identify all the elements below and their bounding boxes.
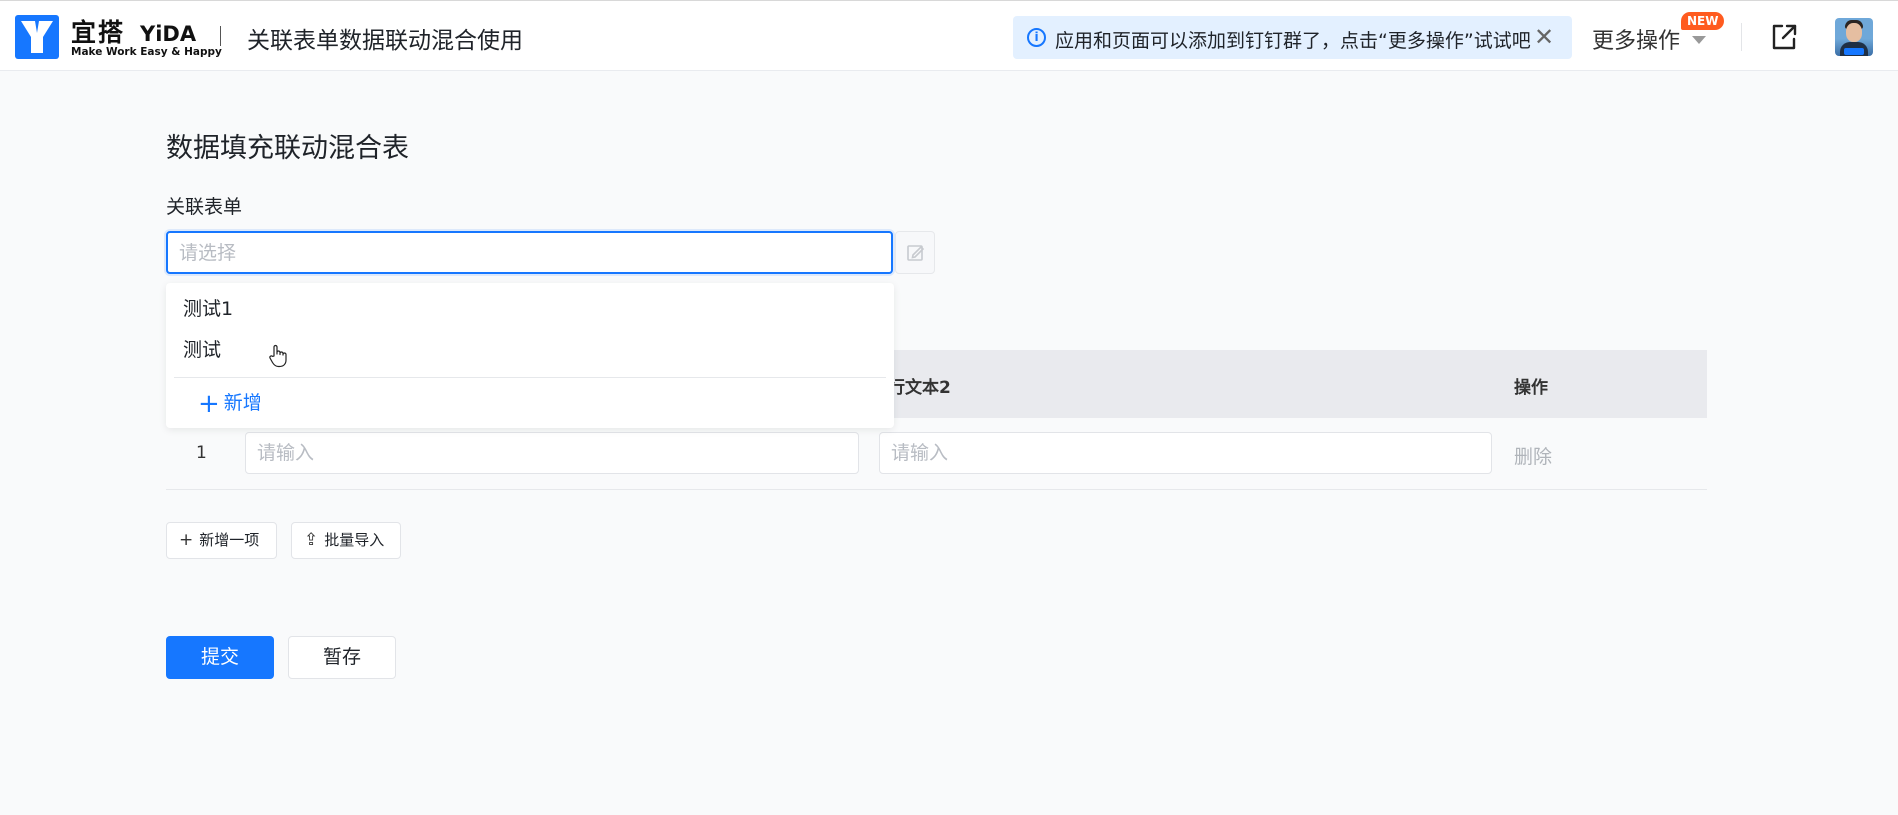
dropdown-option[interactable]: 测试1 (183, 294, 233, 321)
save-draft-button[interactable]: 暂存 (288, 636, 396, 679)
add-item-label: 新增一项 (199, 531, 260, 549)
info-icon: i (1027, 28, 1046, 47)
table-row: 1 删除 (166, 418, 1707, 490)
dropdown-divider (174, 377, 886, 378)
batch-import-button[interactable]: ⇪ 批量导入 (291, 522, 401, 559)
column-header-text2: 行文本2 (888, 378, 951, 398)
close-icon[interactable]: ✕ (1534, 23, 1554, 51)
yida-logo-icon[interactable] (15, 15, 59, 59)
header-divider (220, 26, 221, 46)
dropdown-option[interactable]: 测试 (183, 335, 221, 362)
user-avatar[interactable] (1835, 18, 1873, 56)
chevron-down-icon[interactable] (1692, 36, 1706, 44)
notice-text: 应用和页面可以添加到钉钉群了，点击“更多操作”试试吧 (1055, 30, 1531, 52)
hand-cursor-icon (269, 344, 287, 368)
page-title: 关联表单数据联动混合使用 (247, 28, 523, 54)
external-link-icon[interactable] (1768, 21, 1800, 53)
form-title: 数据填充联动混合表 (166, 133, 409, 164)
new-badge: NEW (1681, 12, 1725, 30)
field-label-related-form: 关联表单 (166, 196, 243, 218)
edit-button[interactable] (895, 231, 935, 274)
brand-name-cn: 宜搭 (71, 18, 126, 47)
add-item-button[interactable]: + 新增一项 (166, 522, 277, 559)
plus-icon: + (198, 389, 220, 419)
submit-button[interactable]: 提交 (166, 636, 274, 679)
brand-name-en: YiDA (140, 22, 197, 46)
upload-icon: ⇪ (304, 530, 319, 550)
batch-import-label: 批量导入 (324, 531, 385, 549)
row-input-text1[interactable] (245, 432, 859, 474)
header-separator (1741, 23, 1742, 51)
dropdown-add-button[interactable]: + 新增 (198, 388, 262, 419)
column-header-actions: 操作 (1514, 378, 1548, 398)
more-actions-button[interactable]: 更多操作 (1592, 23, 1680, 55)
brand-slogan: Make Work Easy & Happy (71, 46, 222, 58)
row-input-text2[interactable] (879, 432, 1492, 474)
edit-icon (907, 245, 925, 261)
related-form-select[interactable] (166, 231, 893, 274)
notice-banner: i 应用和页面可以添加到钉钉群了，点击“更多操作”试试吧 ✕ (1013, 16, 1572, 59)
row-index: 1 (196, 443, 207, 463)
dropdown-add-label: 新增 (223, 392, 262, 414)
top-header: 宜搭 YiDA Make Work Easy & Happy 关联表单数据联动混… (0, 0, 1898, 71)
plus-icon: + (179, 530, 194, 550)
row-delete-button[interactable]: 删除 (1514, 442, 1552, 469)
